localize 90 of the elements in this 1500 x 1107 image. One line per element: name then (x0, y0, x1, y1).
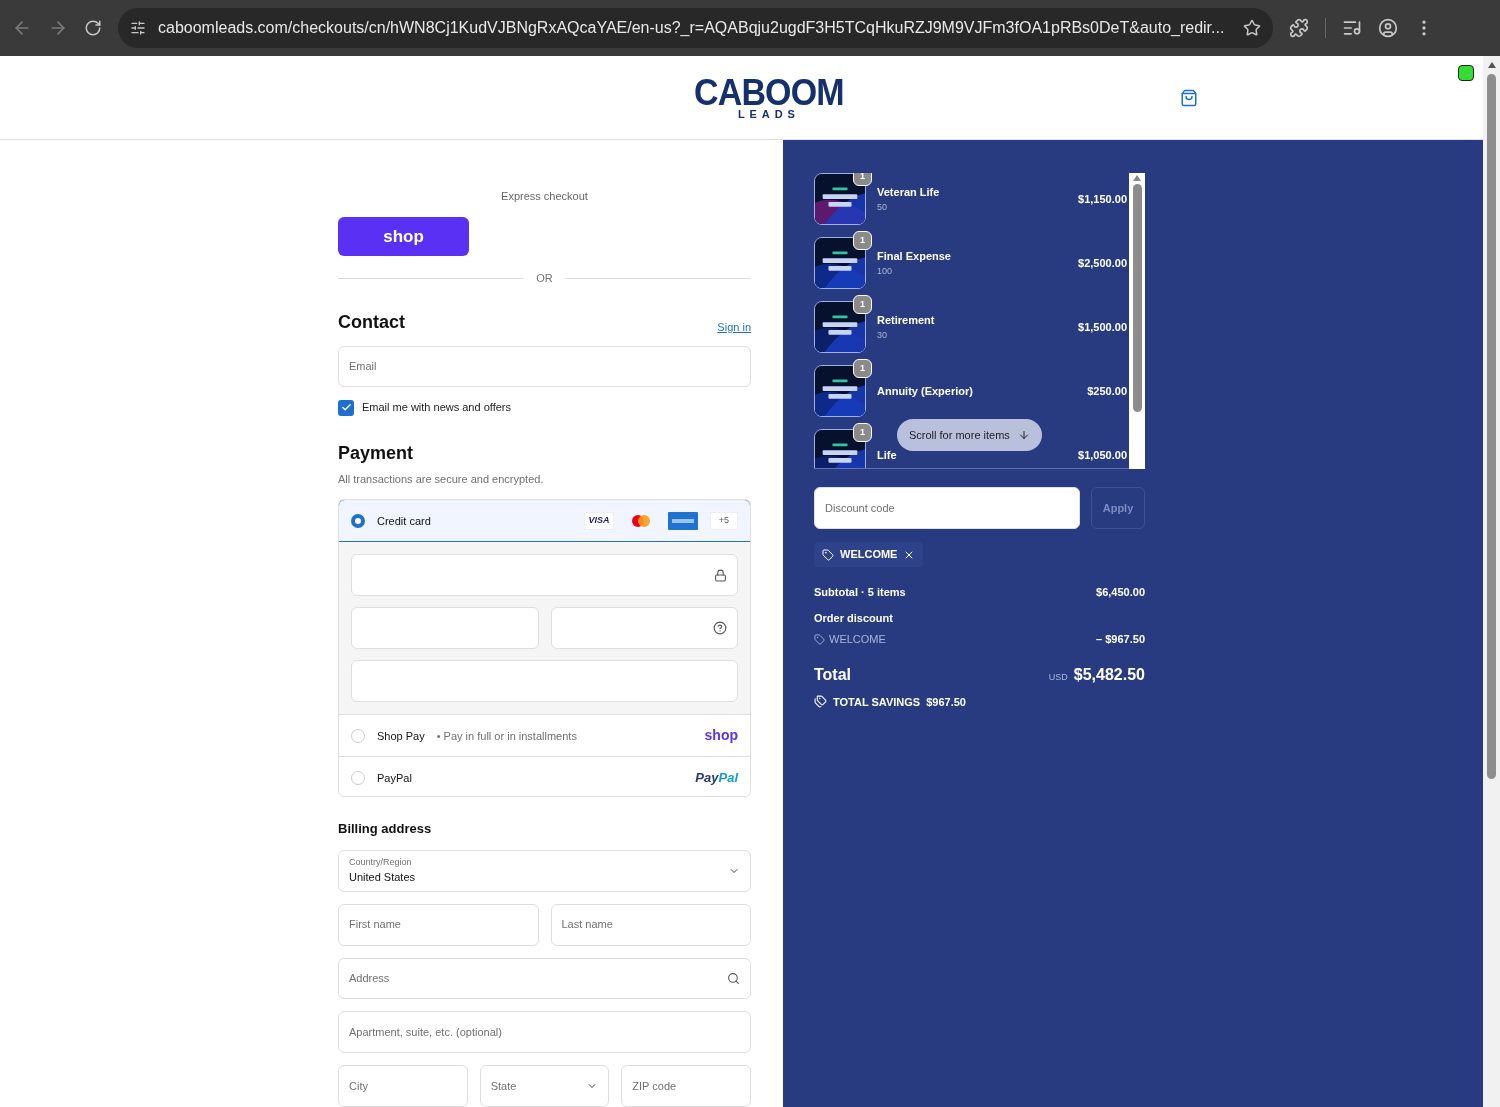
url-text: caboomleads.com/checkouts/cn/hWN8Cj1KudVJBNgRxAQcaYAE/en-us?_r=AQABqju2ugdF3H5TCqHkuRZJ9M9VJFm3fOA1pRBs0DeT&auto_redir... (158, 18, 1226, 38)
total-label: Total (814, 664, 852, 685)
discount-amount: – $967.50 (1096, 632, 1145, 647)
tag-icon (814, 633, 825, 645)
quantity-badge: 1 (853, 231, 872, 250)
product-detail: 100 (877, 264, 894, 278)
scroll-up-icon[interactable] (1133, 175, 1141, 181)
country-select[interactable]: Country/Region United States (338, 849, 751, 892)
quantity-badge: 1 (853, 423, 872, 442)
subtotal-label: Subtotal · 5 items (814, 585, 906, 600)
tag-icon (822, 548, 834, 561)
bookmark-star-icon[interactable] (1243, 19, 1261, 37)
city-field[interactable]: City (338, 1065, 468, 1107)
product-name: Retirement (877, 313, 936, 328)
payment-label: Shop Pay (377, 728, 425, 744)
express-checkout-label: Express checkout (501, 189, 588, 204)
scroll-more-button[interactable]: Scroll for more items (897, 419, 1042, 451)
apply-button[interactable]: Apply (1091, 487, 1145, 529)
or-divider-label: OR (536, 271, 553, 287)
subtotal-value: $6,450.00 (1096, 585, 1145, 600)
zip-field[interactable]: ZIP code (621, 1065, 751, 1107)
apartment-field[interactable]: Apartment, suite, etc. (optional) (338, 1011, 751, 1053)
product-detail: 30 (877, 328, 888, 342)
media-icon[interactable] (1342, 18, 1362, 38)
shop-pay-button[interactable]: shop (338, 216, 469, 257)
payment-label: Credit card (377, 513, 432, 529)
page-scrollbar[interactable] (1483, 56, 1500, 1107)
total-value: $5,482.50 (1073, 664, 1145, 685)
state-select[interactable]: State (479, 1065, 610, 1107)
product-price: $1,050.00 (1078, 447, 1127, 463)
newsletter-label: Email me with news and offers (362, 400, 511, 416)
scrollbar[interactable] (1129, 173, 1145, 469)
shop-pay-logo: shop (704, 726, 738, 746)
product-name: Life (877, 447, 898, 463)
more-cards-badge: +5 (710, 511, 738, 530)
payment-label: PayPal (377, 770, 413, 786)
site-settings-icon[interactable] (130, 20, 146, 36)
product-name: Veteran Life (877, 185, 941, 200)
status-square-icon (1458, 65, 1474, 81)
country-value: United States (349, 870, 417, 886)
product-name: Final Expense (877, 249, 952, 264)
search-icon (727, 971, 740, 985)
last-name-field[interactable]: Last name (550, 903, 751, 946)
product-price: $250.00 (1087, 383, 1127, 399)
name-on-card-field[interactable] (351, 660, 738, 703)
product-detail: 50 (877, 200, 888, 214)
payment-heading: Payment (338, 441, 415, 465)
contact-heading: Contact (338, 310, 405, 334)
card-logo (668, 511, 698, 530)
country-label: Country/Region (349, 855, 413, 869)
currency-label: USD (1048, 671, 1068, 684)
savings-value: $967.50 (926, 694, 966, 710)
discount-label: Order discount (814, 610, 894, 626)
sign-in-link[interactable]: Sign in (717, 319, 751, 336)
arrow-down-icon (1017, 429, 1030, 441)
radio-button[interactable] (351, 513, 365, 528)
payment-option[interactable]: Credit card VISA +5 (339, 500, 750, 542)
payment-subtitle: All transactions are secure and encrypted. (338, 471, 545, 487)
product-price: $2,500.00 (1078, 255, 1127, 271)
applied-discount-tag: WELCOME (814, 542, 924, 567)
help-icon[interactable] (713, 621, 727, 636)
visa-logo: VISA (584, 511, 614, 530)
quantity-badge: 1 (853, 359, 872, 378)
tags-icon (814, 695, 827, 709)
address-field[interactable]: Address (338, 957, 751, 1000)
payment-note: • Pay in full or in installments (436, 728, 578, 744)
product-name: Annuity (Experior) (877, 383, 974, 399)
logo[interactable]: CABOOM LEADS (694, 75, 844, 120)
quantity-badge: 1 (853, 295, 872, 314)
reload-icon[interactable] (84, 19, 102, 37)
address-bar[interactable]: caboomleads.com/checkouts/cn/hWN8Cj1KudVJBNgRxAQcaYAE/en-us?_r=AQABqju2ugdF3H5TCqHkuRZJ9M9VJFm3fOA1pRBs0DeT&auto_redir... (118, 8, 1273, 48)
paypal-logo: PayPal (695, 769, 738, 788)
first-name-field[interactable]: First name (338, 903, 539, 946)
profile-icon[interactable] (1378, 18, 1398, 38)
extensions-icon[interactable] (1289, 18, 1309, 38)
scroll-up-icon[interactable] (1487, 62, 1496, 68)
email-field[interactable]: Email (338, 345, 751, 388)
lock-icon (714, 568, 727, 582)
product-price: $1,500.00 (1078, 319, 1127, 335)
savings-label: TOTAL SAVINGS (833, 694, 921, 710)
discount-code: WELCOME (829, 632, 886, 647)
security-code-field[interactable] (550, 607, 738, 650)
expiry-field[interactable] (351, 607, 539, 650)
card-number-field[interactable] (351, 554, 738, 597)
product-price: $1,150.00 (1078, 191, 1127, 207)
quantity-badge: 1 (853, 173, 872, 186)
cart-icon[interactable] (1179, 88, 1198, 107)
newsletter-checkbox[interactable] (338, 399, 354, 416)
billing-heading: Billing address (338, 820, 433, 839)
discount-code-field[interactable]: Discount code (814, 487, 1080, 529)
